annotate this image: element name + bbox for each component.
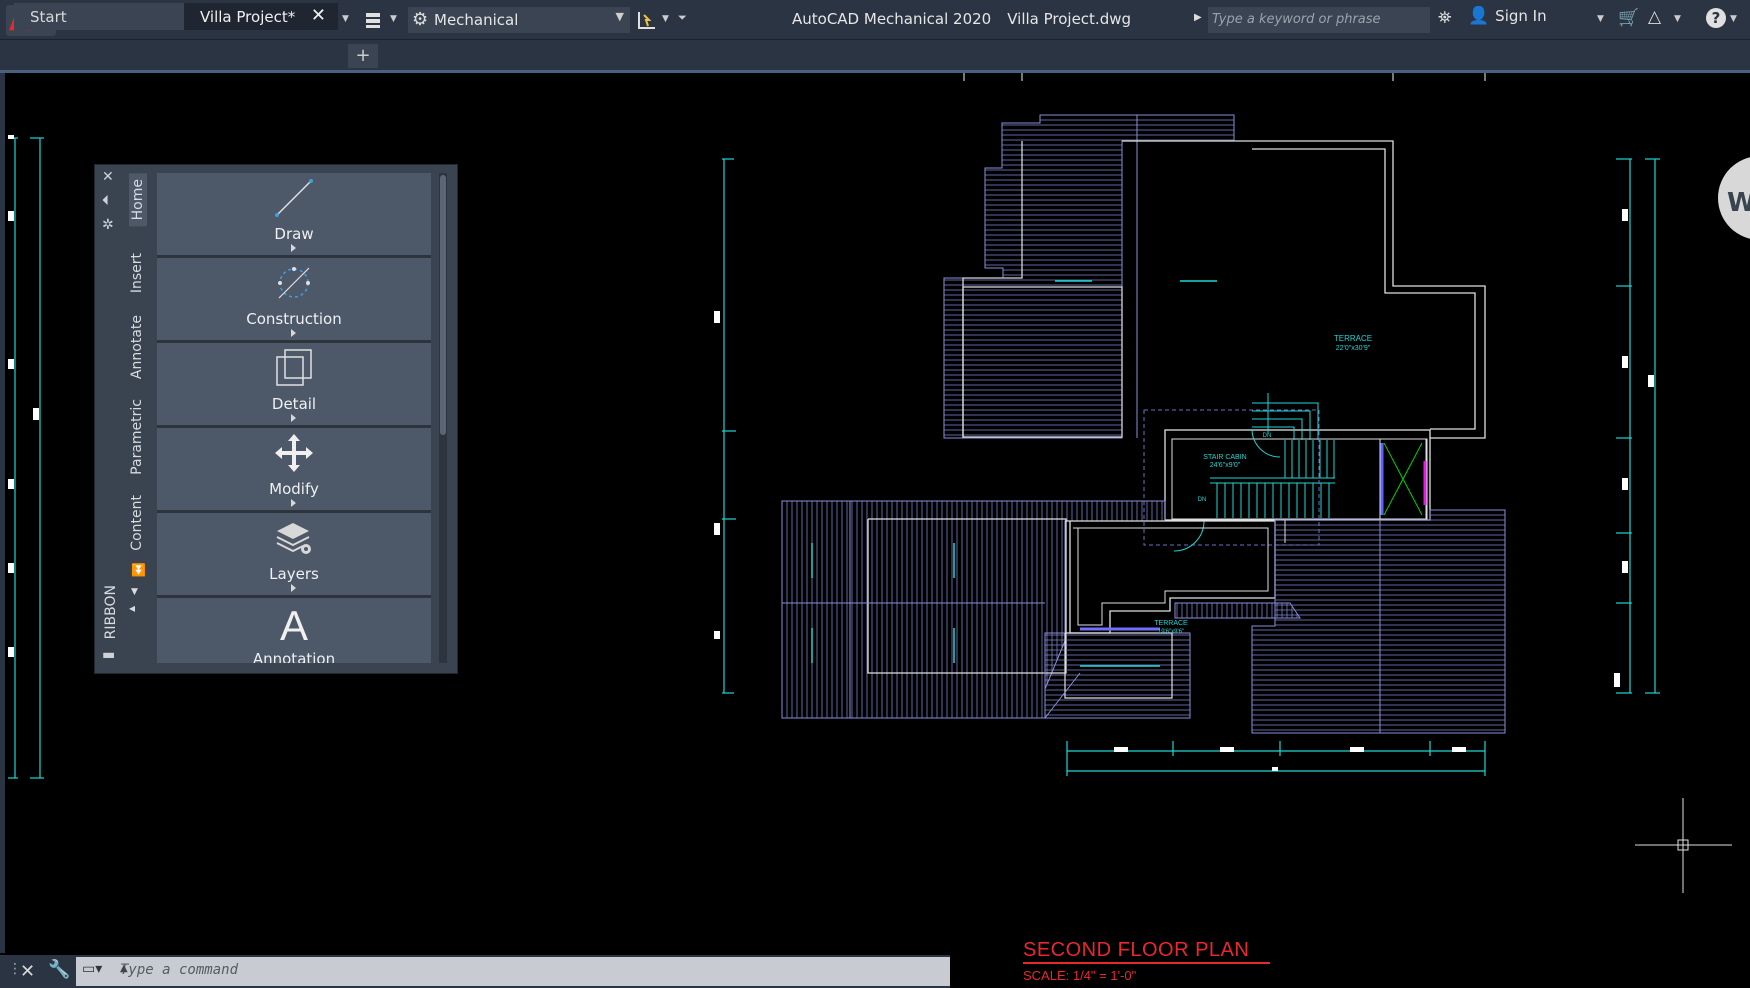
stair-cabin-size-label: 24'6"x9'0": [1210, 462, 1241, 469]
roof-hatch-lower-right: [1251, 509, 1506, 734]
plan-title: SECOND FLOOR PLAN: [1023, 939, 1250, 961]
detail-icon: [276, 349, 312, 386]
left-dimension-text: [8, 135, 39, 657]
terrace-upper-right: [1122, 140, 1486, 439]
panel-draw[interactable]: Draw: [157, 173, 431, 258]
tab-villa-project[interactable]: Villa Project* ✕: [184, 3, 338, 30]
properties-icon[interactable]: ✲: [102, 217, 114, 233]
chevron-up-icon[interactable]: ▲: [120, 963, 942, 974]
help-dropdown-icon[interactable]: ▼: [1730, 14, 1737, 24]
a360-dropdown-icon[interactable]: ▼: [1674, 14, 1681, 24]
panel-expand-icon[interactable]: [291, 584, 296, 592]
command-line: ⋮ ✕ 🔧 ▭▾ Type a command ▲: [0, 955, 950, 988]
sign-in-button[interactable]: 👤 Sign In: [1468, 6, 1547, 26]
move-icon: [275, 434, 313, 472]
redo-dropdown-icon[interactable]: ▼: [342, 14, 352, 36]
new-tab-button[interactable]: +: [348, 44, 378, 68]
construction-icon: [278, 267, 310, 299]
cart-icon[interactable]: 🛒: [1618, 8, 1639, 28]
panel-expand-icon[interactable]: [291, 244, 296, 252]
panel-expand-icon[interactable]: [291, 329, 296, 337]
user-icon: 👤: [1468, 6, 1490, 26]
tab-insert[interactable]: Insert: [129, 253, 145, 293]
tab-menu-icon[interactable]: ▼: [131, 587, 138, 597]
tab-home[interactable]: Home: [129, 173, 147, 227]
file-tab-bar: [0, 40, 1750, 70]
ribbon-tabs: Home Insert Annotate Parametric Content …: [129, 173, 149, 615]
tools-dropdown-icon[interactable]: ▼: [662, 14, 672, 36]
panel-expand-icon[interactable]: [291, 414, 296, 422]
expand-search-icon[interactable]: ▶: [1194, 12, 1202, 23]
close-icon[interactable]: ✕: [102, 169, 114, 185]
left-dimension-lines: [8, 137, 44, 779]
tab-content[interactable]: Content: [129, 495, 145, 551]
tab-annotate[interactable]: Annotate: [129, 315, 145, 379]
panel-annotation[interactable]: A Annotation: [157, 598, 431, 663]
panel-layers[interactable]: Layers: [157, 513, 431, 598]
wrench-icon[interactable]: 🔧: [48, 959, 70, 980]
window-title: AutoCAD Mechanical 2020 Villa Project.dwg: [792, 10, 1132, 28]
a360-icon[interactable]: △: [1648, 7, 1661, 27]
more-tabs-icon[interactable]: ⏬: [131, 563, 146, 577]
layers-icon: [276, 523, 311, 554]
command-history-icon[interactable]: ▭▾: [82, 961, 102, 977]
panel-expand-icon[interactable]: [291, 499, 296, 507]
top-dimension-ticks: [963, 73, 1486, 81]
plan-title-underline: [1023, 962, 1270, 964]
panel-modify[interactable]: Modify: [157, 428, 431, 513]
svg-text:W: W: [1727, 188, 1750, 218]
close-tab-icon[interactable]: ✕: [311, 5, 326, 26]
plan-right-dimension: [1616, 158, 1660, 694]
ribbon-palette: ✕ ⏴ ✲ RIBBON ▬ Home Insert Annotate Para…: [94, 164, 458, 674]
chevron-down-icon: ▼: [615, 10, 624, 23]
terrace-2-label: TERRACE: [1154, 620, 1188, 627]
stair-cabin-label: STAIR CABIN: [1203, 454, 1246, 461]
terrace-label: TERRACE: [1334, 334, 1372, 343]
dn-label: DN: [1263, 433, 1272, 439]
help-icon[interactable]: ?: [1706, 8, 1726, 28]
tab-start[interactable]: Start: [14, 3, 184, 30]
auto-hide-icon[interactable]: ⏴: [102, 193, 109, 209]
customize-toolbar-icon[interactable]: ⏷: [678, 11, 692, 33]
terrace-2-size-label: 19'6"x9'6": [1158, 629, 1184, 635]
ribbon-sidebar: ✕ ⏴ ✲ RIBBON ▬: [95, 165, 125, 673]
binoculars-icon[interactable]: ⛯: [1438, 8, 1452, 28]
roof-hatch-upper: [943, 114, 1235, 439]
terrace-size-label: 22'0"x30'9": [1336, 345, 1371, 352]
crosshair-cursor: [1635, 798, 1732, 893]
gear-icon: ⚙: [412, 9, 429, 30]
plot-dropdown-icon[interactable]: ▼: [390, 14, 400, 36]
panel-detail[interactable]: Detail: [157, 343, 431, 428]
plot-icon[interactable]: [364, 9, 386, 31]
line-icon: [275, 179, 313, 217]
viewcube-icon[interactable]: W: [1718, 156, 1750, 240]
plan-left-dimension: [722, 158, 736, 694]
plan-scale: SCALE: 1/4" = 1'-0": [1023, 968, 1137, 983]
ribbon-scrollbar[interactable]: [439, 173, 447, 663]
ribbon-panels: Draw Construction Detail Modify Layers A…: [157, 173, 431, 663]
close-icon[interactable]: ✕: [20, 961, 35, 982]
panel-construction[interactable]: Construction: [157, 258, 431, 343]
workspace-tools-icon[interactable]: [636, 9, 658, 31]
ribbon-palette-label: RIBBON: [103, 585, 119, 640]
svg-text:A: A: [280, 602, 308, 644]
scrollbar-thumb[interactable]: [440, 175, 446, 435]
palette-menu-icon[interactable]: ▬: [102, 647, 115, 663]
sign-in-dropdown-icon[interactable]: ▼: [1597, 14, 1604, 24]
dn-label-2: DN: [1198, 497, 1207, 503]
search-input[interactable]: Type a keyword or phrase: [1208, 7, 1430, 33]
command-input[interactable]: ▭▾ Type a command ▲: [76, 957, 950, 986]
workspace-selector[interactable]: ⚙ Mechanical ▼: [408, 7, 630, 33]
minimize-icon[interactable]: ◂: [129, 601, 135, 615]
text-a-icon: A: [280, 602, 308, 644]
tab-parametric[interactable]: Parametric: [129, 399, 145, 475]
